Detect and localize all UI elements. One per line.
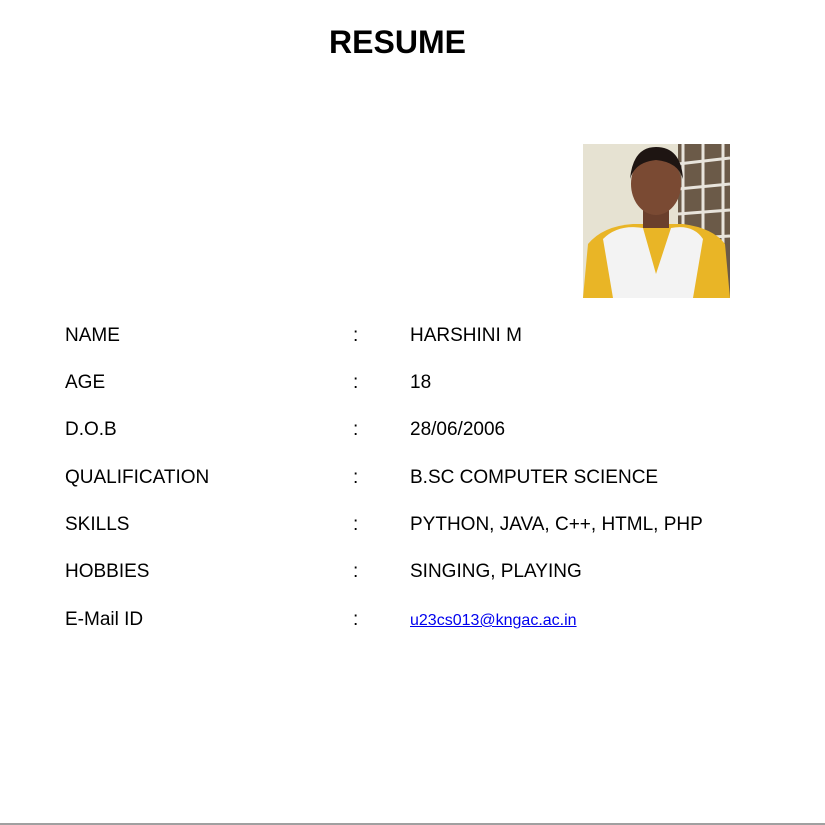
field-value: PYTHON, JAVA, C++, HTML, PHP xyxy=(410,514,703,535)
field-row-dob: D.O.B : 28/06/2006 xyxy=(0,419,825,449)
field-separator: : xyxy=(353,372,359,393)
field-label: E-Mail ID xyxy=(65,609,144,630)
field-separator: : xyxy=(353,419,359,440)
page-title: RESUME xyxy=(329,24,466,60)
field-row-skills: SKILLS : PYTHON, JAVA, C++, HTML, PHP xyxy=(0,514,825,544)
field-value: 18 xyxy=(410,372,432,393)
field-row-qualification: QUALIFICATION : B.SC COMPUTER SCIENCE xyxy=(0,467,825,497)
field-row-age: AGE : 18 xyxy=(0,372,825,402)
field-row-email: E-Mail ID : u23cs013@kngac.ac.in xyxy=(0,609,825,639)
field-value: B.SC COMPUTER SCIENCE xyxy=(410,467,659,488)
field-value: 28/06/2006 xyxy=(410,419,506,440)
field-value: HARSHINI M xyxy=(410,325,522,346)
field-label: HOBBIES xyxy=(65,561,150,582)
field-value: SINGING, PLAYING xyxy=(410,561,582,582)
field-label: QUALIFICATION xyxy=(65,467,210,488)
field-separator: : xyxy=(353,561,359,582)
field-label: SKILLS xyxy=(65,514,130,535)
field-separator: : xyxy=(353,325,359,346)
field-separator: : xyxy=(353,467,359,488)
profile-photo xyxy=(583,144,730,298)
field-separator: : xyxy=(353,609,359,630)
field-separator: : xyxy=(353,514,359,535)
email-link[interactable]: u23cs013@kngac.ac.in xyxy=(410,612,577,630)
field-label: NAME xyxy=(65,325,120,346)
field-row-hobbies: HOBBIES : SINGING, PLAYING xyxy=(0,561,825,591)
field-row-name: NAME : HARSHINI M xyxy=(0,325,825,355)
field-label: D.O.B xyxy=(65,419,117,440)
field-label: AGE xyxy=(65,372,106,393)
